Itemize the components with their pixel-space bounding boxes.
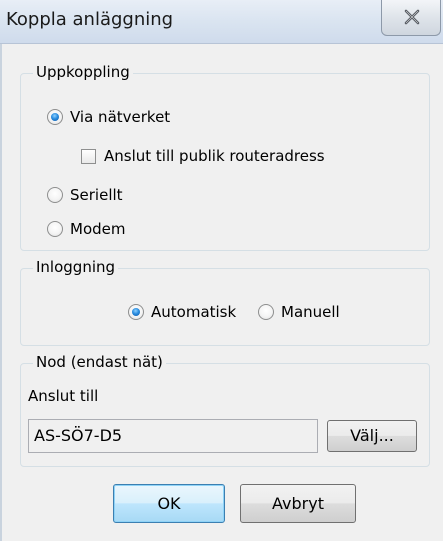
- radio-label: Via nätverket: [70, 108, 171, 126]
- window-border: [0, 44, 2, 541]
- radio-serial[interactable]: Seriellt: [47, 185, 123, 205]
- checkbox-label: Anslut till publik routeradress: [104, 147, 325, 165]
- radio-button[interactable]: [258, 304, 274, 320]
- radio-modem[interactable]: Modem: [47, 219, 125, 239]
- connection-legend: Uppkoppling: [33, 63, 133, 81]
- connection-group: Uppkoppling Via nätverket Anslut till pu…: [20, 63, 430, 251]
- radio-automatic[interactable]: Automatisk: [128, 302, 236, 322]
- ok-button[interactable]: OK: [113, 484, 225, 523]
- close-icon: [404, 9, 420, 25]
- radio-button-checked[interactable]: [128, 304, 144, 320]
- radio-button[interactable]: [47, 221, 63, 237]
- connect-dialog: Koppla anläggning Uppkoppling Via nätver…: [0, 0, 443, 541]
- radio-button-checked[interactable]: [47, 109, 63, 125]
- node-address-field[interactable]: AS-SÖ7-D5: [28, 419, 318, 453]
- radio-label: Automatisk: [151, 303, 237, 321]
- radio-via-network[interactable]: Via nätverket: [47, 107, 170, 127]
- window-title: Koppla anläggning: [6, 9, 174, 30]
- radio-manual[interactable]: Manuell: [258, 302, 340, 322]
- login-legend: Inloggning: [33, 258, 119, 276]
- choose-button[interactable]: Välj...: [327, 420, 417, 452]
- radio-label: Manuell: [281, 303, 340, 321]
- radio-button[interactable]: [47, 187, 63, 203]
- node-legend: Nod (endast nät): [33, 353, 166, 371]
- title-bar: Koppla anläggning: [0, 0, 443, 44]
- login-group: Inloggning Automatisk Manuell: [20, 258, 430, 346]
- checkbox-public-router[interactable]: Anslut till publik routeradress: [81, 146, 325, 166]
- connect-to-label: Anslut till: [28, 387, 99, 405]
- radio-label: Seriellt: [70, 186, 123, 204]
- close-button[interactable]: [381, 0, 441, 36]
- checkbox[interactable]: [81, 148, 96, 164]
- node-group: Nod (endast nät) Anslut till AS-SÖ7-D5 V…: [20, 353, 430, 467]
- cancel-button[interactable]: Avbryt: [240, 484, 356, 523]
- radio-label: Modem: [70, 220, 126, 238]
